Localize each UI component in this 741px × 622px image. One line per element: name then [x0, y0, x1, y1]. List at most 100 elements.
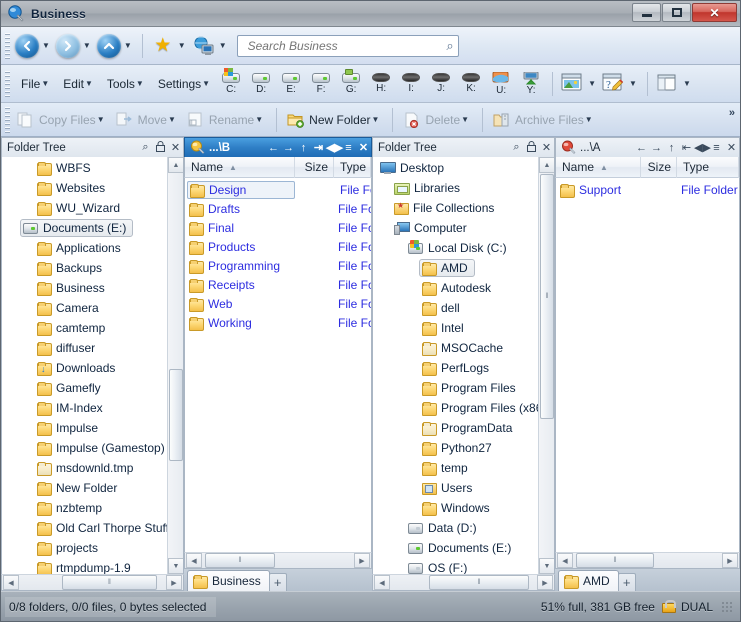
tree-item[interactable]: nzbtemp [2, 498, 183, 518]
right-tree-body[interactable]: Desktop Libraries File Collections Computer… [372, 157, 555, 574]
menu-edit[interactable]: Edit ▼ [55, 71, 99, 97]
forward-dropdown-caret-icon[interactable]: ▼ [83, 41, 91, 50]
drive-button-y[interactable]: Y: [517, 67, 545, 101]
table-row[interactable]: Design File Folder [185, 180, 371, 199]
add-tab-button[interactable]: + [268, 573, 287, 591]
left-tree-scroll-thumb[interactable] [169, 369, 183, 461]
layout-icon[interactable] [655, 72, 681, 96]
rename-button[interactable]: I Rename ▼ [183, 107, 270, 133]
drive-button-e[interactable]: E: [277, 67, 305, 101]
pane-up-icon[interactable]: ↑ [664, 142, 679, 154]
preview-dropdown-caret-icon[interactable]: ▼ [588, 79, 596, 88]
hscroll-track[interactable]: ‖ [574, 553, 721, 568]
menu-tools[interactable]: Tools ▼ [99, 71, 150, 97]
drive-button-f[interactable]: F: [307, 67, 335, 101]
scroll-left-arrow-icon[interactable]: ◀ [186, 553, 202, 568]
drive-button-i[interactable]: I: [397, 67, 425, 101]
chevron-down-icon[interactable]: ▼ [168, 115, 176, 124]
search-icon[interactable]: ⌕ [446, 38, 453, 54]
pane-back-icon[interactable]: ← [266, 142, 281, 154]
tree-item[interactable]: ProgramData [373, 418, 554, 438]
chevron-down-icon[interactable]: ▼ [255, 115, 263, 124]
back-dropdown-caret-icon[interactable]: ▼ [42, 41, 50, 50]
scroll-right-arrow-icon[interactable]: ▶ [537, 575, 553, 590]
table-row[interactable]: Web File Folder [185, 294, 371, 313]
scroll-left-arrow-icon[interactable]: ◀ [3, 575, 19, 590]
tree-item[interactable]: projects [2, 538, 183, 558]
pane-mode-label[interactable]: DUAL [681, 600, 713, 614]
tree-item[interactable]: rtmpdump-1.9 [2, 558, 183, 574]
scroll-right-arrow-icon[interactable]: ▶ [354, 553, 370, 568]
search-box[interactable]: ⌕ [236, 34, 459, 57]
tree-item[interactable]: temp [373, 458, 554, 478]
right-list-horizontal-scrollbar[interactable]: ◀ ‖ ▶ [555, 552, 740, 569]
left-tree-vertical-scrollbar[interactable]: ▲ ▼ [167, 157, 183, 574]
tree-item[interactable]: Documents (E:) [373, 538, 554, 558]
column-header-type[interactable]: Type [334, 156, 371, 178]
scroll-up-arrow-icon[interactable]: ▲ [168, 157, 183, 173]
menu-settings[interactable]: Settings ▼ [150, 71, 216, 97]
pane-close-icon[interactable]: ✕ [356, 141, 371, 154]
drive-button-j[interactable]: J: [427, 67, 455, 101]
column-header-name[interactable]: Name ▲ [185, 156, 295, 178]
toolbar-gripper[interactable] [5, 32, 10, 59]
new-folder-button[interactable]: New Folder ▼ [283, 107, 386, 133]
column-header-size[interactable]: Size [641, 156, 677, 178]
search-icon[interactable]: ⌕ [138, 141, 153, 154]
tree-item[interactable]: Libraries [373, 178, 554, 198]
tree-item[interactable]: WBFS [2, 158, 183, 178]
edit-notes-dropdown-caret-icon[interactable]: ▼ [629, 79, 637, 88]
right-tree-vertical-scrollbar[interactable]: ▲ ‖ ▼ [538, 157, 554, 574]
tree-item[interactable]: Websites [2, 178, 183, 198]
tree-item[interactable]: diffuser [2, 338, 183, 358]
lock-icon[interactable] [524, 140, 539, 155]
column-header-name[interactable]: Name ▲ [556, 156, 641, 178]
favorites-dropdown-caret-icon[interactable]: ▼ [178, 41, 186, 50]
tree-item[interactable]: Applications [2, 238, 183, 258]
tree-item[interactable]: IM-Index [2, 398, 183, 418]
hscroll-thumb[interactable]: ‖ [205, 553, 275, 568]
tree-item[interactable]: Business [2, 278, 183, 298]
tree-item[interactable]: Program Files (x86) [373, 398, 554, 418]
unlocked-padlock-icon[interactable] [661, 600, 676, 613]
table-row[interactable]: Products File Folder [185, 237, 371, 256]
table-row[interactable]: Final File Folder [185, 218, 371, 237]
action-toolbar-gripper[interactable] [5, 106, 10, 133]
pane-close-icon[interactable]: ✕ [724, 141, 739, 154]
middle-list-horizontal-scrollbar[interactable]: ◀ ‖ ▶ [184, 552, 372, 569]
pane-back-icon[interactable]: ← [634, 142, 649, 154]
right-tree-horizontal-scrollbar[interactable]: ◀ ‖ ▶ [372, 574, 555, 591]
drive-button-k[interactable]: K: [457, 67, 485, 101]
tree-item[interactable]: AMD [373, 258, 554, 278]
minimize-button[interactable] [632, 3, 661, 22]
right-tree-scroll-thumb[interactable]: ‖ [540, 174, 554, 419]
pane-swap-icon[interactable]: ◀▶ [694, 141, 711, 154]
tab-business[interactable]: Business [187, 570, 270, 591]
delete-button[interactable]: Delete ▼ [399, 107, 476, 133]
tree-item[interactable]: Camera [2, 298, 183, 318]
drive-button-g[interactable]: G: [337, 67, 365, 101]
archive-files-button[interactable]: Archive Files ▼ [489, 107, 600, 133]
tree-item[interactable]: Desktop [373, 158, 554, 178]
edit-notes-icon[interactable]: ? [601, 72, 627, 96]
tree-item[interactable]: Gamefly [2, 378, 183, 398]
pane-sync-left-icon[interactable]: ⇤ [679, 141, 694, 154]
close-button[interactable]: ✕ [692, 3, 737, 22]
network-button[interactable] [190, 32, 218, 60]
forward-button[interactable] [54, 32, 82, 60]
hscroll-track[interactable]: ‖ [391, 575, 536, 590]
favorites-button[interactable]: ★ [149, 32, 177, 60]
tree-item[interactable]: Intel [373, 318, 554, 338]
tab-amd[interactable]: AMD [558, 570, 619, 591]
menu-file[interactable]: File ▼ [13, 71, 55, 97]
pane-swap-icon[interactable]: ◀▶ [326, 141, 343, 154]
search-icon[interactable]: ⌕ [509, 141, 524, 154]
tree-item[interactable]: Python27 [373, 438, 554, 458]
preview-icon[interactable] [560, 72, 586, 96]
drive-button-c[interactable]: C: [217, 67, 245, 101]
tree-item[interactable]: Windows [373, 498, 554, 518]
tree-item[interactable]: Program Files [373, 378, 554, 398]
close-icon[interactable]: ✕ [539, 141, 554, 154]
left-tree-horizontal-scrollbar[interactable]: ◀ ‖ ▶ [1, 574, 184, 591]
table-row[interactable]: Receipts File Folder [185, 275, 371, 294]
